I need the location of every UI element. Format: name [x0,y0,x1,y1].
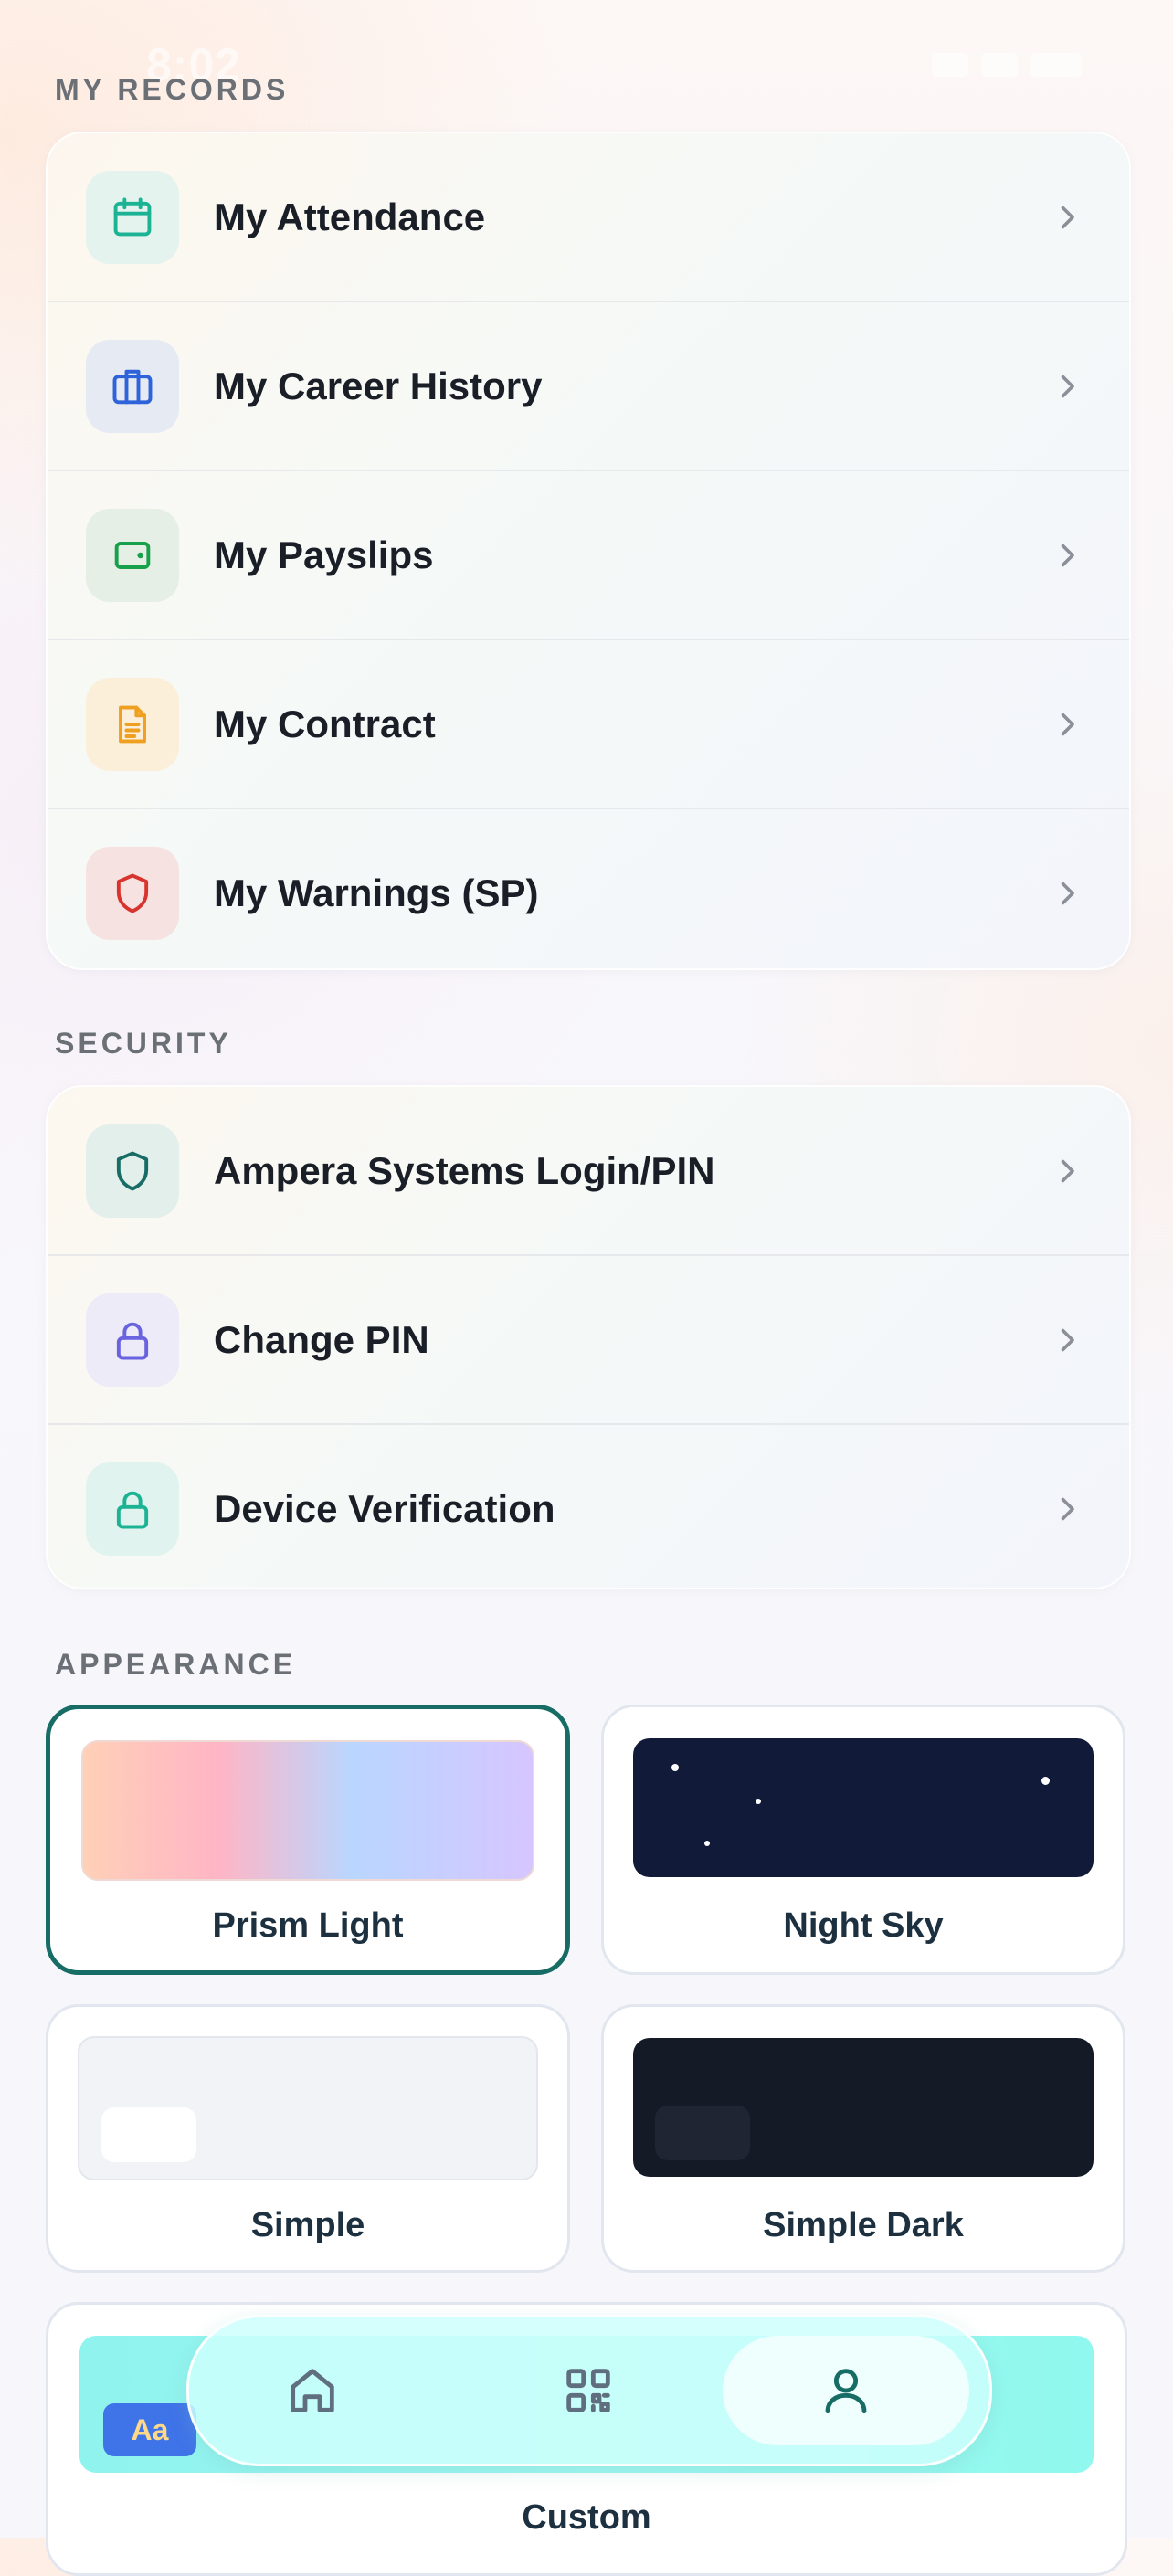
font-badge: Aa [103,2403,196,2456]
row-label: Ampera Systems Login/PIN [214,1148,715,1192]
row-device-verification[interactable]: Device Verification [48,1425,1129,1588]
chevron-right-icon [1061,375,1074,397]
profile-icon [825,2369,867,2414]
star [704,1841,710,1846]
lock-icon [86,1293,179,1387]
row-my-career-history[interactable]: My Career History [48,302,1129,471]
row-my-contract[interactable]: My Contract [48,640,1129,809]
lock-icon [86,1462,179,1556]
theme-night-sky[interactable]: Night Sky [601,1705,1125,1975]
document-icon [86,677,179,771]
theme-preview [633,1738,1094,1877]
star [756,1799,761,1804]
row-my-payslips[interactable]: My Payslips [48,471,1129,640]
preview-card [655,2106,750,2160]
theme-preview [633,2038,1094,2177]
theme-preview [81,1740,534,1881]
shield-icon [86,846,179,940]
security-card: Ampera Systems Login/PIN Change PIN Devi… [46,1085,1131,1589]
section-label-records: MY RECORDS [55,73,290,106]
row-my-warnings[interactable]: My Warnings (SP) [48,809,1129,968]
calendar-icon [86,170,179,264]
chevron-right-icon [1061,1159,1074,1182]
theme-name: Simple [250,2206,365,2244]
theme-name: Custom [522,2498,651,2537]
theme-name: Prism Light [212,1906,404,1945]
nav-profile[interactable] [723,2336,969,2445]
section-label-security: SECURITY [55,1027,232,1060]
chevron-right-icon [1061,544,1074,566]
battery-icon [1030,53,1082,77]
row-label: My Career History [214,364,543,407]
chevron-right-icon [1061,1497,1074,1520]
row-my-attendance[interactable]: My Attendance [48,133,1129,302]
chevron-right-icon [1061,206,1074,228]
star [671,1764,679,1771]
star [1041,1777,1050,1785]
row-label: My Payslips [214,533,434,576]
row-label: Change PIN [214,1317,429,1361]
row-label: Device Verification [214,1486,555,1530]
nav-qr[interactable] [465,2336,712,2445]
shield-icon [86,1124,179,1218]
row-label: My Contract [214,702,436,745]
briefcase-icon [86,339,179,433]
preview-card [101,2107,196,2162]
theme-preview [78,2036,538,2180]
home-icon [291,2369,334,2412]
row-label: My Warnings (SP) [214,871,539,914]
chevron-right-icon [1061,882,1074,904]
row-label: My Attendance [214,195,486,238]
nav-home[interactable] [189,2336,436,2445]
theme-name: Simple Dark [763,2206,964,2244]
chevron-right-icon [1061,713,1074,735]
section-label-appearance: APPEARANCE [55,1648,297,1681]
theme-simple-dark[interactable]: Simple Dark [601,2004,1125,2273]
wifi-icon [981,53,1018,77]
status-indicators [932,53,1082,77]
theme-name: Night Sky [783,1906,944,1945]
chevron-right-icon [1061,1328,1074,1351]
row-login-pin[interactable]: Ampera Systems Login/PIN [48,1087,1129,1256]
qr-grid-icon [566,2369,610,2412]
bottom-nav [186,2315,992,2466]
theme-prism-light[interactable]: Prism Light [46,1705,570,1975]
records-card: My Attendance My Career History My Paysl… [46,132,1131,970]
theme-simple[interactable]: Simple [46,2004,570,2273]
signal-icon [932,53,968,77]
row-change-pin[interactable]: Change PIN [48,1256,1129,1425]
wallet-icon [86,508,179,602]
